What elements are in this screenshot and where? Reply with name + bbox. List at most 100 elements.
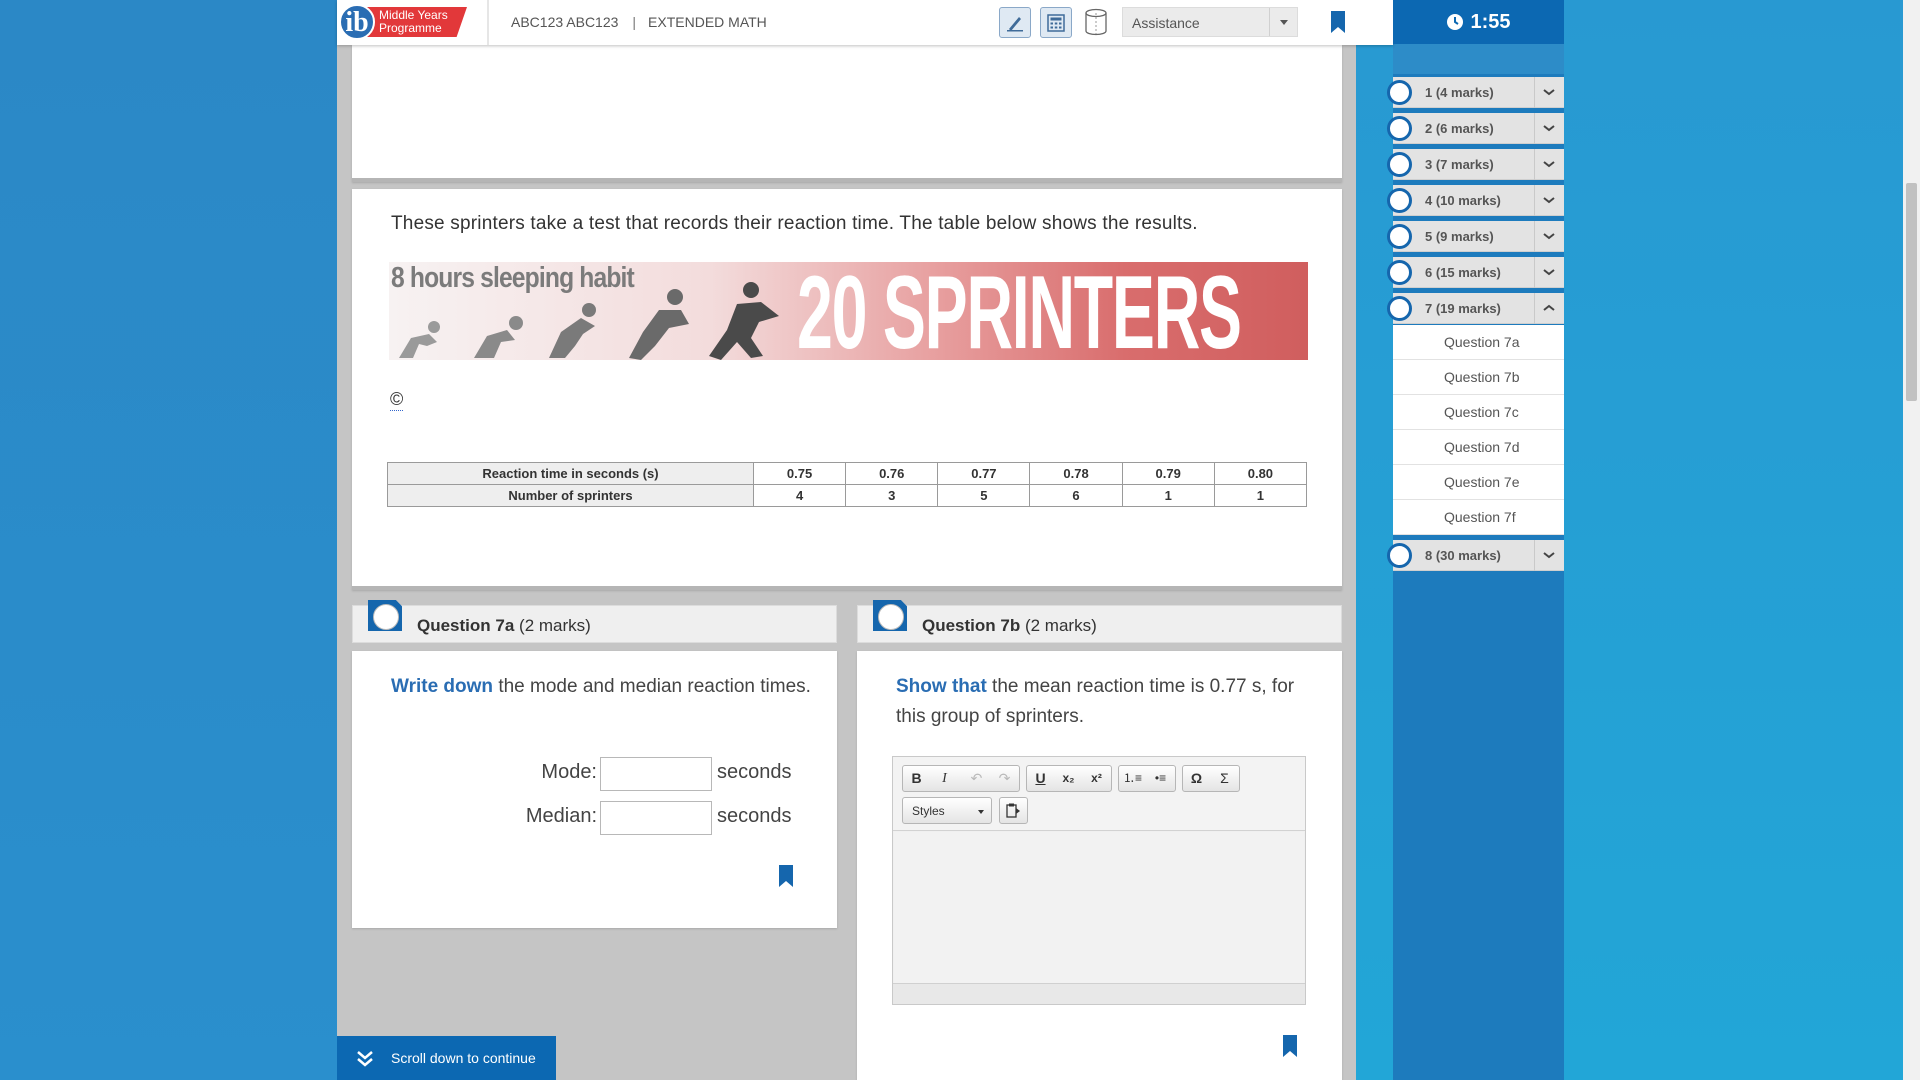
paste-button[interactable] bbox=[999, 797, 1028, 824]
banner-habit-text: 8 hours sleeping habit bbox=[391, 262, 635, 294]
question-7b-text: Show that the mean reaction time is 0.77… bbox=[896, 672, 1306, 732]
question-7a-bookmark-button[interactable] bbox=[779, 865, 793, 892]
table-header-cell: Number of sprinters bbox=[387, 484, 754, 507]
sigma-equation-button[interactable]: Σ bbox=[1211, 766, 1238, 791]
highlighter-tool-button[interactable] bbox=[999, 7, 1031, 38]
clock-icon bbox=[1447, 14, 1464, 30]
scroll-down-button[interactable]: Scroll down to continue bbox=[337, 1036, 556, 1080]
table-header-cell: Reaction time in seconds (s) bbox=[387, 462, 754, 485]
bold-button[interactable]: B bbox=[903, 766, 930, 791]
command-term: Show that bbox=[896, 676, 987, 697]
chevron-up-icon[interactable] bbox=[1534, 293, 1564, 324]
underline-button[interactable]: U bbox=[1027, 766, 1054, 791]
mode-unit: seconds bbox=[717, 761, 792, 783]
table-cell: 5 bbox=[937, 484, 1031, 507]
question-7b-marks: (2 marks) bbox=[1024, 616, 1097, 635]
banner-title-text: 20 SPRINTERS bbox=[797, 262, 1242, 360]
mode-input[interactable] bbox=[600, 757, 712, 791]
double-chevron-down-icon bbox=[357, 1051, 373, 1067]
assistance-dropdown[interactable]: Assistance bbox=[1122, 7, 1298, 37]
median-input[interactable] bbox=[600, 801, 712, 835]
table-row: Reaction time in seconds (s) 0.75 0.76 0… bbox=[387, 462, 1308, 485]
nav-subitem-label: Question 7b bbox=[1444, 369, 1520, 385]
nav-item-question-2[interactable]: 2 (6 marks) bbox=[1387, 113, 1564, 144]
page-scrollbar[interactable] bbox=[1903, 0, 1920, 1080]
undo-button[interactable]: ↶ bbox=[963, 766, 990, 791]
bookmark-button[interactable] bbox=[1331, 11, 1345, 38]
question-navigator: 1 (4 marks) 2 (6 marks) 3 (7 marks) 4 (1… bbox=[1387, 44, 1564, 1080]
table-cell: 0.76 bbox=[845, 462, 939, 485]
nav-subitem-7d[interactable]: Question 7d bbox=[1393, 430, 1564, 465]
question-7b-bookmark-button[interactable] bbox=[1283, 1035, 1297, 1062]
table-cell: 0.79 bbox=[1121, 462, 1215, 485]
nav-subitem-label: Question 7a bbox=[1444, 334, 1520, 350]
status-circle-icon bbox=[1387, 224, 1412, 249]
nav-item-question-6[interactable]: 6 (15 marks) bbox=[1387, 257, 1564, 288]
question-7b-card: Show that the mean reaction time is 0.77… bbox=[857, 651, 1342, 1080]
chevron-down-icon[interactable] bbox=[1534, 221, 1564, 252]
table-row: Number of sprinters 4 3 5 6 1 1 bbox=[387, 484, 1308, 507]
question-stem-card: These sprinters take a test that records… bbox=[352, 189, 1342, 590]
table-cell: 0.77 bbox=[937, 462, 1031, 485]
median-label: Median: bbox=[525, 805, 597, 827]
bullet-list-icon[interactable]: •≡ bbox=[1147, 766, 1174, 791]
status-circle-icon bbox=[1387, 152, 1412, 177]
nav-item-question-4[interactable]: 4 (10 marks) bbox=[1387, 185, 1564, 216]
question-7b-flag-button[interactable] bbox=[873, 600, 907, 631]
nav-subitem-7e[interactable]: Question 7e bbox=[1393, 465, 1564, 500]
styles-label: Styles bbox=[912, 804, 945, 818]
countdown-timer: 1:55 bbox=[1393, 0, 1564, 44]
chevron-down-icon[interactable] bbox=[1534, 149, 1564, 180]
status-circle-icon bbox=[878, 604, 904, 630]
subject-name: EXTENDED MATH bbox=[648, 14, 767, 30]
status-circle-icon bbox=[1387, 116, 1412, 141]
nav-subitem-7f[interactable]: Question 7f bbox=[1393, 500, 1564, 535]
nav-item-label: 6 (15 marks) bbox=[1425, 265, 1501, 280]
nav-item-label: 7 (19 marks) bbox=[1425, 301, 1501, 316]
logo-line2: Programme bbox=[379, 21, 442, 35]
question-7b-header: Question 7b (2 marks) bbox=[857, 600, 1342, 643]
redo-button[interactable]: ↷ bbox=[991, 766, 1018, 791]
stem-text: These sprinters take a test that records… bbox=[391, 213, 1198, 234]
superscript-button[interactable]: x² bbox=[1083, 766, 1110, 791]
editor-toolbar: B I ↶ ↷ U x₂ x² ⒈≡ •≡ Ω Σ Styles bbox=[893, 757, 1305, 831]
chevron-down-icon[interactable] bbox=[1534, 77, 1564, 108]
question-7a-flag-button[interactable] bbox=[368, 600, 402, 631]
copyright-link[interactable]: © bbox=[390, 389, 404, 411]
table-cell: 6 bbox=[1029, 484, 1123, 507]
chevron-down-icon[interactable] bbox=[1534, 185, 1564, 216]
command-term: Write down bbox=[391, 676, 494, 697]
nav-item-question-5[interactable]: 5 (9 marks) bbox=[1387, 221, 1564, 252]
formula-booklet-button[interactable] bbox=[1081, 7, 1113, 38]
separator: | bbox=[632, 14, 637, 30]
scroll-down-label: Scroll down to continue bbox=[391, 1050, 536, 1066]
scrollbar-thumb[interactable] bbox=[1906, 183, 1917, 401]
status-circle-icon bbox=[373, 604, 399, 630]
subscript-button[interactable]: x₂ bbox=[1055, 766, 1082, 791]
nav-subitem-7c[interactable]: Question 7c bbox=[1393, 395, 1564, 430]
nav-item-question-7[interactable]: 7 (19 marks) bbox=[1387, 293, 1564, 324]
format-group: B I ↶ ↷ bbox=[902, 765, 1020, 792]
editor-status-bar bbox=[893, 983, 1305, 1004]
nav-item-label: 8 (30 marks) bbox=[1425, 548, 1501, 563]
nav-item-question-3[interactable]: 3 (7 marks) bbox=[1387, 149, 1564, 180]
chevron-down-icon[interactable] bbox=[1534, 257, 1564, 288]
question-7a-marks: (2 marks) bbox=[519, 616, 591, 635]
paste-icon bbox=[1006, 803, 1020, 818]
omega-symbol-button[interactable]: Ω bbox=[1183, 766, 1210, 791]
mode-label: Mode: bbox=[541, 761, 597, 783]
bookmark-icon bbox=[1331, 11, 1345, 33]
nav-item-question-8[interactable]: 8 (30 marks) bbox=[1387, 540, 1564, 571]
calculator-tool-button[interactable] bbox=[1040, 7, 1072, 38]
chevron-down-icon[interactable] bbox=[1534, 540, 1564, 571]
editor-text-area[interactable] bbox=[894, 832, 1304, 983]
italic-button[interactable]: I bbox=[931, 766, 958, 791]
styles-dropdown[interactable]: Styles bbox=[902, 797, 992, 824]
header-divider bbox=[487, 0, 489, 45]
table-cell: 3 bbox=[845, 484, 939, 507]
nav-subitem-7b[interactable]: Question 7b bbox=[1393, 360, 1564, 395]
nav-item-question-1[interactable]: 1 (4 marks) bbox=[1387, 77, 1564, 108]
chevron-down-icon[interactable] bbox=[1534, 113, 1564, 144]
numbered-list-icon[interactable]: ⒈≡ bbox=[1119, 766, 1146, 791]
nav-subitem-7a[interactable]: Question 7a bbox=[1393, 325, 1564, 360]
